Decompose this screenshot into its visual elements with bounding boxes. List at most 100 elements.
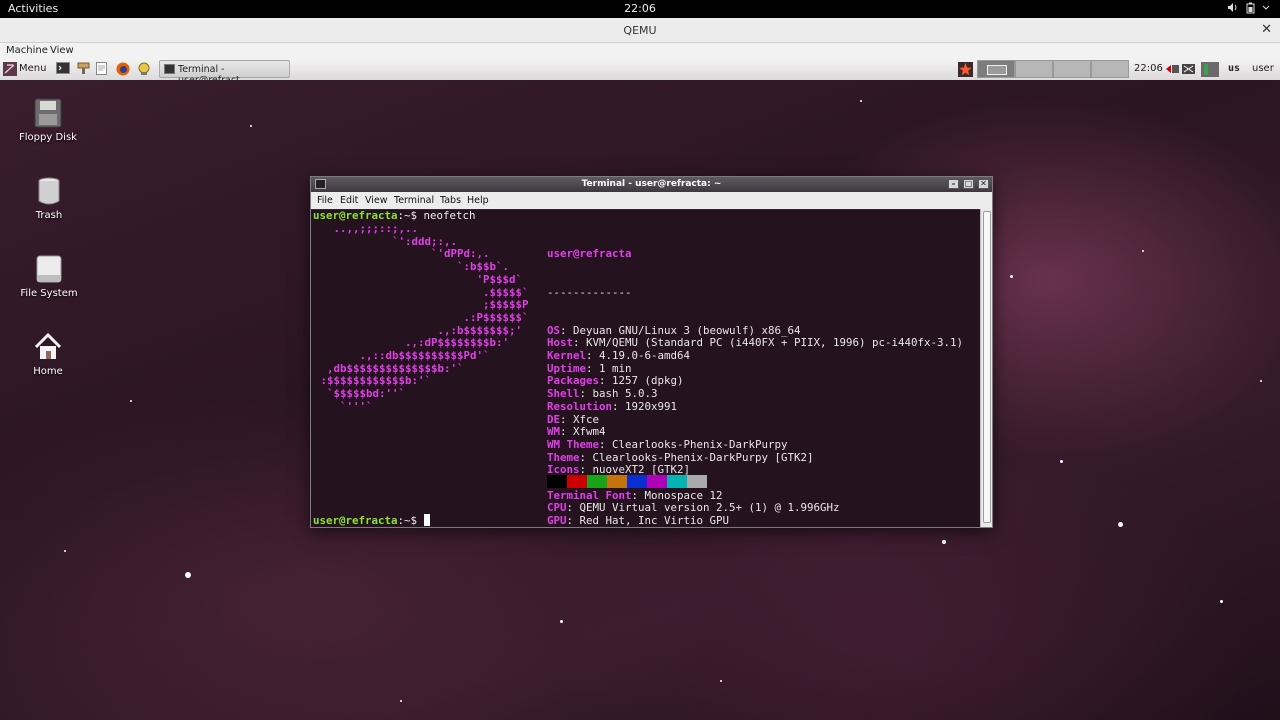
menu-label[interactable]: Menu [19,63,46,78]
star [1060,460,1063,463]
info-key: CPU [547,501,567,515]
workspace-1[interactable] [977,60,1015,78]
palette-swatch [687,475,707,488]
qemu-menu-view[interactable]: View [50,45,74,56]
workspace-3[interactable] [1053,60,1091,78]
terminal-window-title: Terminal - user@refracta: ~ [581,179,722,189]
info-key: Terminal Font [547,488,632,502]
workspace-window-thumb [987,65,1007,75]
text-editor-launcher-icon[interactable] [96,62,107,77]
workspace-2[interactable] [1015,60,1053,78]
terminal-window[interactable]: Terminal - user@refracta: ~ – □ ✕ File E… [310,176,993,528]
info-colon: : [612,399,626,413]
star [1010,275,1013,278]
info-colon: : [599,437,613,451]
info-value: Monospace 12 [644,488,723,502]
qemu-menu-machine[interactable]: Machine [6,45,48,56]
clipboard-icon[interactable] [1201,62,1219,77]
desktop-icon-home[interactable]: Home [8,332,88,377]
star [1260,380,1262,382]
floppy-disk-icon [34,98,62,128]
terminal-menu-file[interactable]: File [317,195,333,206]
star [942,540,946,544]
ascii-line: ..,,;;;::;,.. [314,222,419,235]
qemu-window-titlebar: QEMU ✕ [0,18,1280,43]
info-row: DE: Xfce [547,412,963,427]
desktop-icon-label: Home [33,366,63,377]
terminal-menu-edit[interactable]: Edit [340,195,358,206]
star [720,680,722,682]
panel-clock[interactable]: 22:06 [1134,63,1163,78]
terminal-output[interactable]: user@refracta:~$ neofetch ..,,;;;::;,.. … [311,209,980,527]
terminal-menu-view[interactable]: View [365,195,388,206]
prompt-user: user@refracta [313,209,398,222]
user-menu[interactable]: user [1252,63,1274,78]
info-value: Deyuan GNU/Linux 3 (beowulf) x86_64 [573,323,801,337]
terminal-menu-terminal[interactable]: Terminal [394,195,434,206]
desktop-icon-label: Trash [35,210,63,221]
info-value: 1 min [599,361,632,375]
neofetch-ascii-logo: ..,,;;;::;,.. `':ddd;:,. `'dPPd:,. `:b$$… [314,222,529,414]
trash-icon [35,176,63,206]
qemu-close-icon[interactable]: ✕ [1261,22,1272,37]
terminal-scrollbar[interactable] [980,209,992,527]
info-value: 4.19.0-6-amd64 [599,349,691,363]
info-key: DE [547,412,561,426]
info-key: Kernel [547,349,587,363]
info-value: Xfwm4 [573,425,606,439]
minimize-icon[interactable]: – [948,179,959,189]
info-colon: : [560,425,574,439]
desktop-icon-file-system[interactable]: File System [9,254,89,299]
desktop-icon-trash[interactable]: Trash [9,176,89,221]
screenshot-launcher-icon[interactable] [137,62,151,77]
network-icon[interactable] [1165,62,1197,77]
info-key: Theme [547,450,580,464]
terminal-menu-tabs[interactable]: Tabs [440,195,461,206]
workspace-4[interactable] [1091,60,1129,78]
activities-button[interactable]: Activities [8,2,58,15]
ascii-line: `'''` [314,399,373,413]
system-menu-chevron-icon[interactable] [1262,2,1270,15]
whisker-menu-button[interactable] [3,62,17,77]
info-key: OS [547,323,561,337]
firefox-launcher-icon[interactable] [116,62,130,77]
terminal-menu-help[interactable]: Help [467,195,489,206]
star [64,550,66,552]
info-key: Packages [547,374,600,388]
prompt-user: user@refracta [313,514,398,527]
battery-icon[interactable] [1246,2,1255,17]
taskbar-terminal-button[interactable]: Terminal - user@refract... [159,60,290,86]
info-colon: : [579,387,593,401]
maximize-icon[interactable]: □ [963,179,974,189]
top-bar-clock[interactable]: 22:06 [0,2,1280,15]
current-prompt-line[interactable]: user@refracta:~$ [313,514,430,527]
info-row: GPU: Red Hat, Inc Virtio GPU [547,514,963,527]
palette-swatch [547,475,567,488]
info-value: Clearlooks-Phenix-DarkPurpy [612,437,788,451]
info-key: WM Theme [547,437,600,451]
info-row: Resolution: 1920x991 [547,399,963,414]
star [1142,250,1144,252]
volume-icon[interactable] [1227,2,1238,16]
ascii-line: `:b$$b`. [314,260,510,274]
scrollbar-thumb[interactable] [983,211,991,523]
settings-launcher-icon[interactable] [77,62,90,77]
ascii-line: .:P$$$$$$` [314,310,529,324]
notification-icon[interactable] [958,62,973,77]
neofetch-separator: ------------- [547,285,632,299]
close-icon[interactable]: ✕ [978,179,989,189]
desktop-icon-floppy-disk[interactable]: Floppy Disk [8,98,88,143]
info-value: Clearlooks-Phenix-DarkPurpy [GTK2] [592,450,814,464]
terminal-launcher-icon[interactable] [56,62,70,77]
info-colon: : [560,412,574,426]
text-cursor [423,514,430,526]
info-value: bash 5.0.3 [592,387,658,401]
star [860,100,862,102]
info-colon: : [573,336,587,350]
info-value: KVM/QEMU (Standard PC (i440FX + PIIX, 19… [586,336,964,350]
keyboard-layout-indicator[interactable]: us [1228,63,1240,78]
info-key: Host [547,336,574,350]
terminal-titlebar[interactable]: Terminal - user@refracta: ~ – □ ✕ [311,177,992,192]
info-colon: : [599,374,613,388]
palette-swatch [667,475,687,488]
